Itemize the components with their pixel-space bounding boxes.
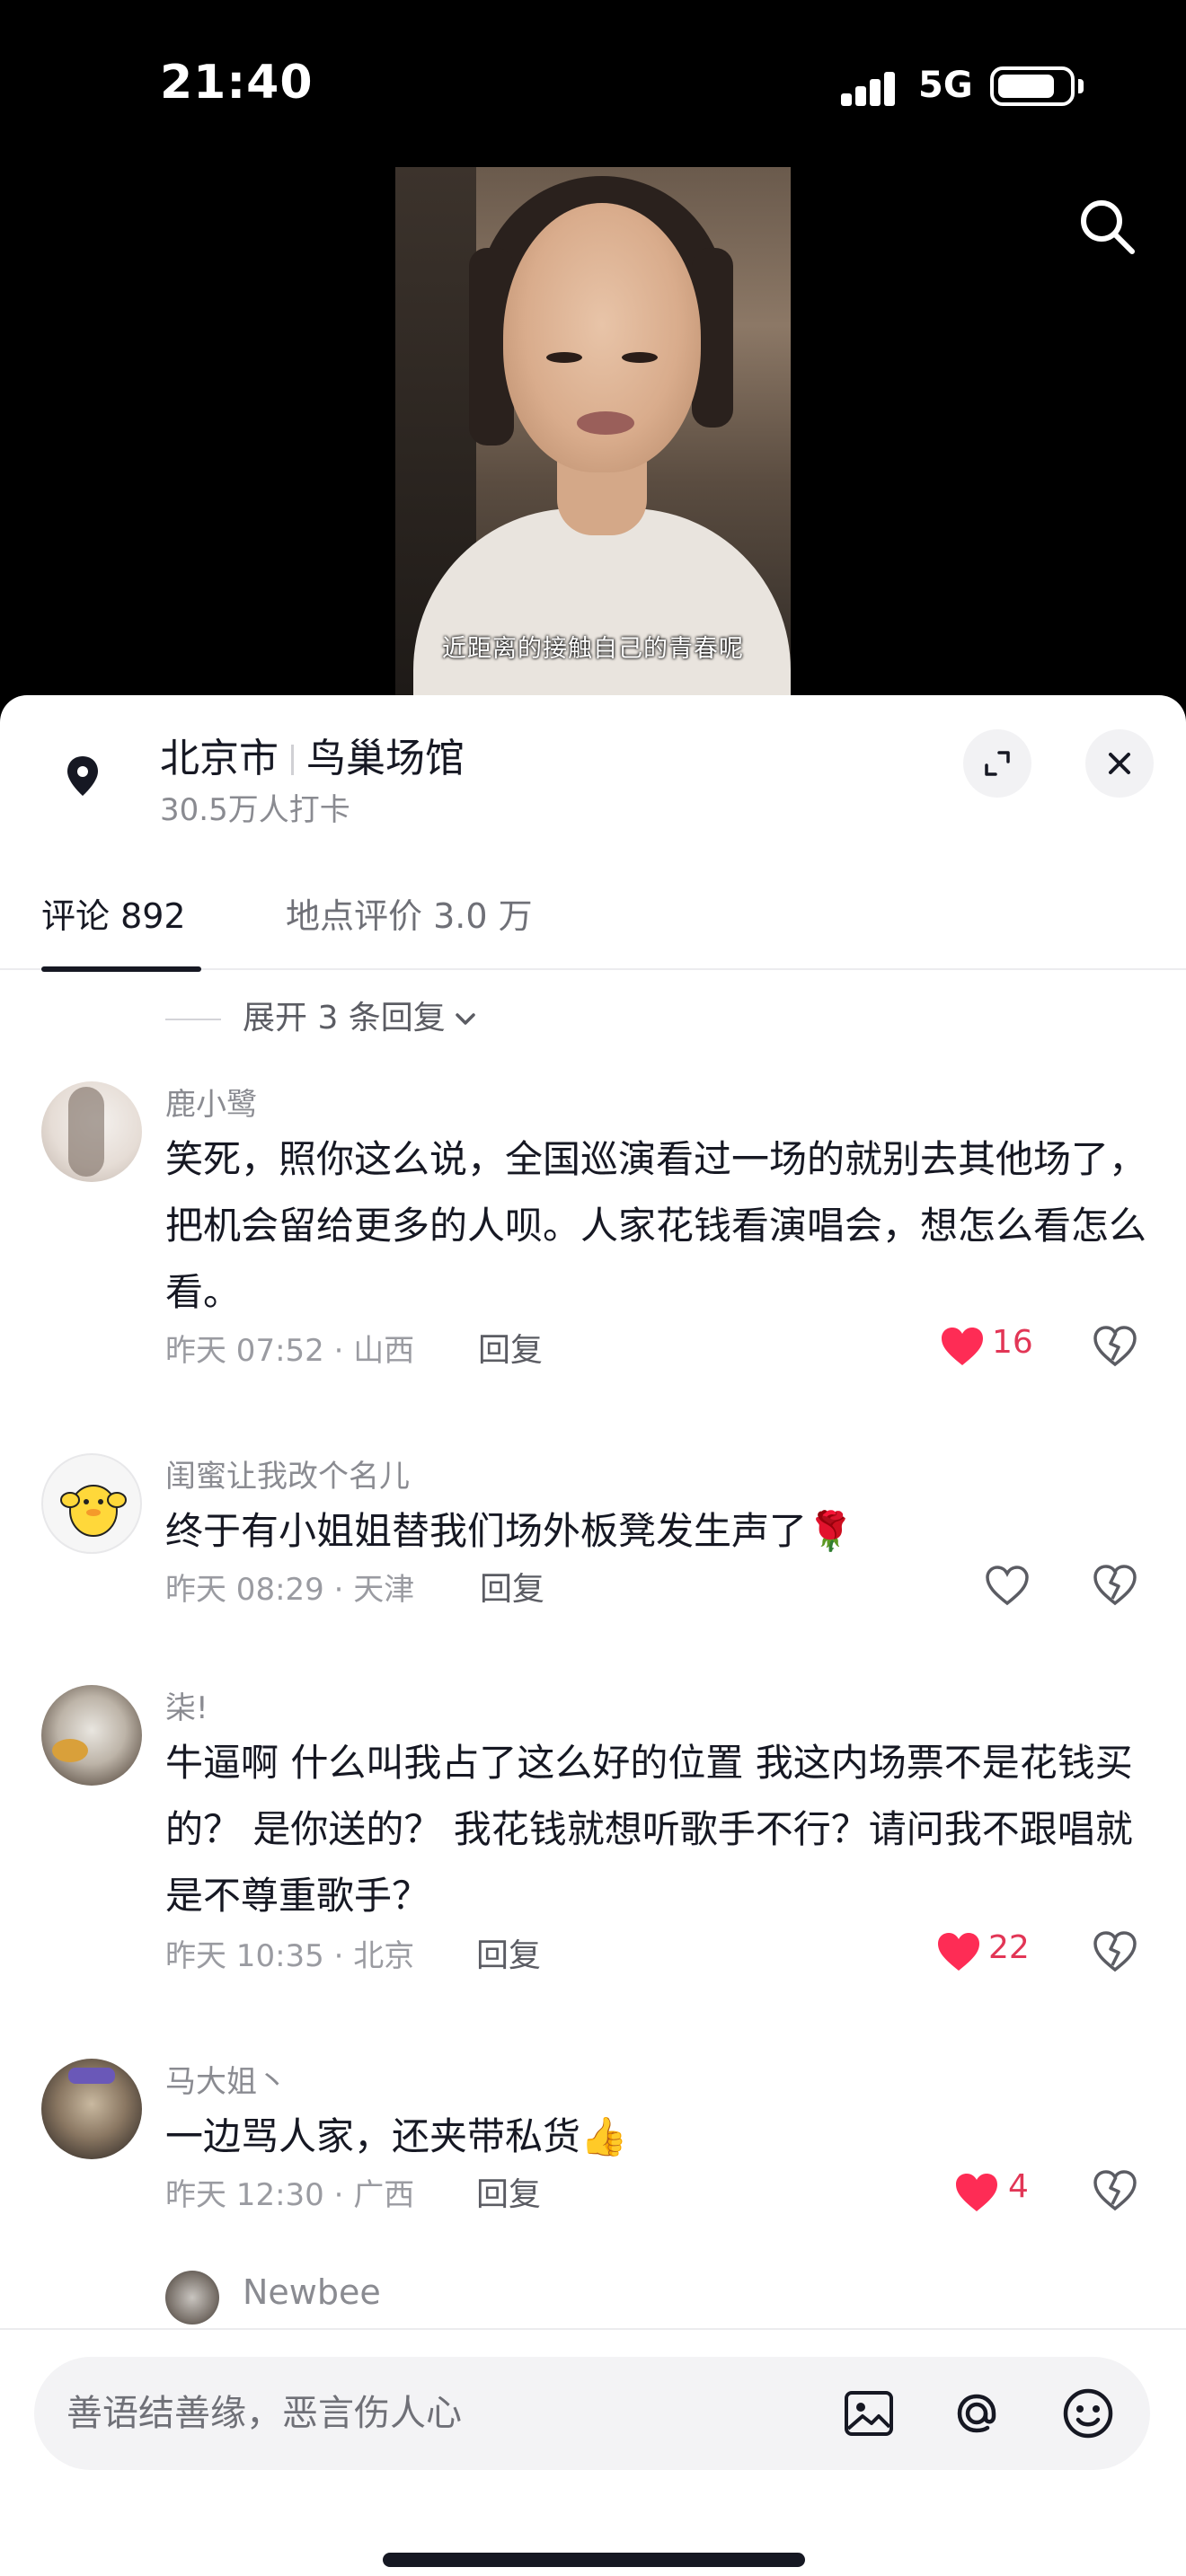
comment-author[interactable]: 闺蜜让我改个名儿 [165,1451,410,1495]
comment-meta: 昨天 12:30 · 广西 [165,2177,415,2213]
comment-input-field[interactable] [34,2357,1150,2470]
expand-replies-button[interactable]: 展开 3 条回复 [165,992,480,1038]
comment-text: 一边骂人家，还夹带私货👍 [165,2114,628,2158]
video-subtitle: 近距离的接触自己的青春呢 [442,635,744,663]
image-icon[interactable] [839,2384,898,2443]
heart-icon[interactable] [954,2172,999,2213]
like-count: 22 [988,1929,1030,1966]
reply-button[interactable]: 回复 [478,1324,543,1371]
expand-button[interactable] [963,729,1031,798]
dislike-icon[interactable] [1093,1563,1137,1608]
reply-button[interactable]: 回复 [476,2168,541,2215]
home-indicator[interactable] [383,2553,805,2567]
duck-avatar-icon [60,1485,127,1537]
comment-meta: 昨天 08:29 · 天津 [165,1572,415,1608]
tab-comments[interactable]: 评论 892 [41,871,186,961]
location-venue: 鸟巢场馆 [306,736,465,781]
at-icon[interactable] [947,2384,1006,2443]
tab-location-reviews[interactable]: 地点评价 3.0 万 [286,871,533,961]
location-pin-icon [67,756,98,796]
heart-icon[interactable] [940,1326,985,1367]
expand-icon [985,751,1010,776]
avatar[interactable] [165,2271,219,2325]
dislike-icon[interactable] [1093,1929,1137,1974]
video-player[interactable]: 近距离的接触自己的青春呢 [395,167,791,695]
comment-author[interactable]: Newbee [243,2272,381,2312]
comment-author[interactable]: 柒! [165,1683,208,1727]
status-time: 21:40 [160,56,314,110]
avatar[interactable] [41,2059,142,2159]
like-count: 4 [1008,2168,1029,2205]
reply-button[interactable]: 回复 [476,1929,541,1976]
close-button[interactable] [1085,729,1154,798]
comment-meta: 昨天 10:35 · 北京 [165,1938,415,1974]
heart-icon[interactable] [985,1565,1030,1606]
avatar[interactable] [41,1685,142,1786]
comments-sheet: 北京市 鸟巢场馆 30.5万人打卡 评论 892 地点评价 3.0 万 展开 3 … [0,695,1186,2576]
avatar[interactable] [41,1081,142,1182]
battery-tip [1078,79,1084,93]
search-icon[interactable] [1075,194,1139,259]
avatar[interactable] [41,1453,142,1554]
heart-icon[interactable] [936,1931,981,1972]
close-icon [1109,753,1130,774]
location-checkins: 30.5万人打卡 [160,792,350,828]
status-bar: 21:40 5G [0,0,1186,171]
location-title[interactable]: 北京市 鸟巢场馆 [160,726,465,783]
location-city: 北京市 [160,736,279,781]
like-count: 16 [992,1324,1033,1361]
comment-text: 终于有小姐姐替我们场外板凳发生声了🌹 [165,1509,854,1553]
tab-active-indicator [41,966,201,972]
chevron-down-icon [456,1013,475,1025]
dislike-icon[interactable] [1093,1324,1137,1369]
dislike-icon[interactable] [1093,2168,1137,2213]
expand-replies-label: 展开 3 条回复 [243,1000,446,1037]
comment-meta: 昨天 07:52 · 山西 [165,1333,415,1369]
network-label: 5G [918,65,973,106]
emoji-icon[interactable] [1058,2384,1118,2443]
reply-button[interactable]: 回复 [480,1563,544,1610]
tab-bar: 评论 892 地点评价 3.0 万 [0,871,1186,970]
battery-icon [990,66,1075,106]
comment-text: 笑死，照你这么说，全国巡演看过一场的就别去其他场了，把机会留给更多的人呗。人家花… [165,1137,1147,1314]
signal-icon [841,70,904,106]
comment-author[interactable]: 鹿小鹭 [165,1080,257,1124]
comment-input[interactable] [66,2384,785,2443]
comment-author[interactable]: 马大姐丶 [165,2057,288,2101]
comment-text: 牛逼啊 什么叫我占了这么好的位置 我这内场票不是花钱买的？ 是你送的？ 我花钱就… [165,1741,1133,1918]
comment-input-bar [0,2328,1186,2576]
